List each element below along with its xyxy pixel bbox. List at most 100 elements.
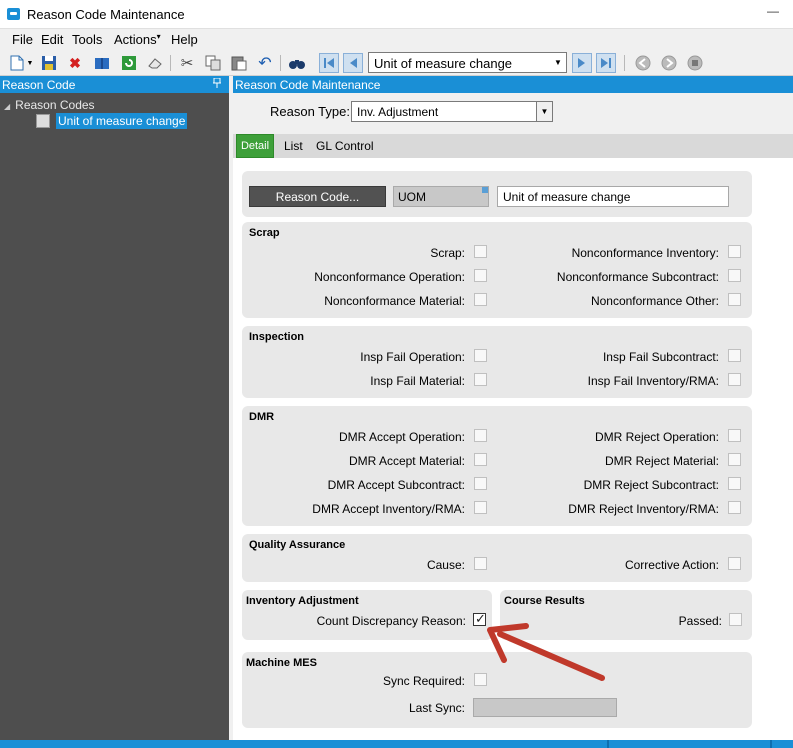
last-sync-label: Last Sync: xyxy=(408,701,465,715)
nc-operation-checkbox[interactable] xyxy=(474,269,487,282)
pin-icon[interactable] xyxy=(213,77,221,91)
cause-checkbox[interactable] xyxy=(474,557,487,570)
app-icon xyxy=(7,8,20,20)
menu-tools[interactable]: Tools xyxy=(72,32,102,47)
insp-fail-inventory-label: Insp Fail Inventory/RMA: xyxy=(587,374,719,388)
last-record-icon[interactable] xyxy=(596,53,616,73)
dmr-group-title: DMR xyxy=(249,411,275,423)
status-bar xyxy=(0,740,793,748)
reason-code-description-field[interactable]: Unit of measure change xyxy=(497,186,729,207)
insp-fail-material-checkbox[interactable] xyxy=(474,373,487,386)
dmr-reject-material-checkbox[interactable] xyxy=(728,453,741,466)
quality-assurance-group-title: Quality Assurance xyxy=(249,539,346,551)
menu-actions-label: Actions xyxy=(114,32,157,47)
title-bar: Reason Code Maintenance — xyxy=(0,0,793,29)
tab-list[interactable]: List xyxy=(284,139,303,153)
corrective-action-checkbox[interactable] xyxy=(728,557,741,570)
insp-fail-inventory-checkbox[interactable] xyxy=(728,373,741,386)
dmr-accept-inventory-checkbox[interactable] xyxy=(474,501,487,514)
scrap-checkbox[interactable] xyxy=(474,245,487,258)
inventory-adjustment-group: Inventory Adjustment Count Discrepancy R… xyxy=(242,590,492,640)
menu-bar: File Edit Tools Actions▾ Help xyxy=(0,30,793,50)
nc-inventory-checkbox[interactable] xyxy=(728,245,741,258)
dmr-reject-inventory-checkbox[interactable] xyxy=(728,501,741,514)
dmr-accept-material-checkbox[interactable] xyxy=(474,453,487,466)
nc-operation-label: Nonconformance Operation: xyxy=(314,270,465,284)
eraser-icon[interactable] xyxy=(146,54,164,72)
insp-fail-material-label: Insp Fail Material: xyxy=(370,374,465,388)
tree-node-reason-codes[interactable]: ◢ Reason Codes xyxy=(4,98,95,112)
chevron-down-icon[interactable]: ▼ xyxy=(536,102,552,121)
scrap-group-title: Scrap xyxy=(249,227,280,239)
new-icon[interactable] xyxy=(8,54,26,72)
scrap-group: Scrap Scrap: Nonconformance Inventory: N… xyxy=(242,222,752,318)
cause-label: Cause: xyxy=(426,558,465,572)
tab-detail[interactable]: Detail xyxy=(236,134,274,158)
inspection-group-title: Inspection xyxy=(249,331,305,343)
back-icon[interactable] xyxy=(634,54,652,72)
record-nav-combo[interactable]: Unit of measure change ▼ xyxy=(368,52,567,73)
nc-material-checkbox[interactable] xyxy=(474,293,487,306)
insp-fail-operation-label: Insp Fail Operation: xyxy=(360,350,465,364)
tree-node-label: Reason Codes xyxy=(15,98,95,112)
tree-node-selected[interactable]: Unit of measure change xyxy=(36,113,188,129)
sync-required-label: Sync Required: xyxy=(382,674,465,688)
nc-subcontract-label: Nonconformance Subcontract: xyxy=(556,270,719,284)
dmr-reject-subcontract-checkbox[interactable] xyxy=(728,477,741,490)
quality-assurance-group: Quality Assurance Cause: Corrective Acti… xyxy=(242,534,752,582)
first-record-icon[interactable] xyxy=(319,53,339,73)
field-indicator-icon xyxy=(482,187,488,193)
nc-inventory-label: Nonconformance Inventory: xyxy=(571,246,719,260)
refresh-icon[interactable] xyxy=(120,54,138,72)
forward-icon[interactable] xyxy=(660,54,678,72)
minimize-button[interactable]: — xyxy=(767,4,779,18)
prev-record-icon[interactable] xyxy=(343,53,363,73)
nc-material-label: Nonconformance Material: xyxy=(324,294,465,308)
reason-type-select[interactable]: Inv. Adjustment ▼ xyxy=(351,101,553,122)
inspection-group: Inspection Insp Fail Operation: Insp Fai… xyxy=(242,326,752,398)
copy-icon[interactable] xyxy=(204,54,222,72)
menu-help[interactable]: Help xyxy=(171,32,198,47)
insp-fail-operation-checkbox[interactable] xyxy=(474,349,487,362)
undo-icon[interactable]: ↶ xyxy=(256,54,274,72)
dmr-reject-material-label: DMR Reject Material: xyxy=(604,454,719,468)
dmr-reject-operation-label: DMR Reject Operation: xyxy=(594,430,719,444)
new-dropdown-icon[interactable]: ▼ xyxy=(26,54,34,72)
menu-edit[interactable]: Edit xyxy=(41,32,63,47)
inventory-adjustment-group-title: Inventory Adjustment xyxy=(246,595,359,607)
save-icon[interactable] xyxy=(40,54,58,72)
dmr-accept-material-label: DMR Accept Material: xyxy=(348,454,465,468)
passed-checkbox[interactable] xyxy=(729,613,742,626)
menu-actions[interactable]: Actions▾ xyxy=(114,32,161,47)
insp-fail-subcontract-checkbox[interactable] xyxy=(728,349,741,362)
last-sync-field[interactable] xyxy=(473,698,617,717)
toolbar-separator xyxy=(624,55,625,71)
window-title: Reason Code Maintenance xyxy=(27,7,185,22)
reason-type-value: Inv. Adjustment xyxy=(357,105,439,119)
nc-subcontract-checkbox[interactable] xyxy=(728,269,741,282)
toolbar: ▼ ✖ ✂ ↶ Unit of measure change ▼ xyxy=(0,50,793,76)
dmr-accept-operation-checkbox[interactable] xyxy=(474,429,487,442)
menu-file[interactable]: File xyxy=(12,32,33,47)
binoculars-icon[interactable] xyxy=(288,54,306,72)
dmr-reject-operation-checkbox[interactable] xyxy=(728,429,741,442)
stop-icon[interactable] xyxy=(686,54,704,72)
dmr-reject-inventory-label: DMR Reject Inventory/RMA: xyxy=(568,502,719,516)
dmr-accept-subcontract-checkbox[interactable] xyxy=(474,477,487,490)
reason-code-id-field[interactable]: UOM xyxy=(393,186,489,207)
chevron-down-icon[interactable]: ▼ xyxy=(550,53,566,72)
tree-panel: Reason Code ◢ Reason Codes Unit of measur… xyxy=(0,76,229,740)
toolbar-separator xyxy=(280,55,281,71)
cut-icon[interactable]: ✂ xyxy=(178,54,196,72)
dmr-accept-inventory-label: DMR Accept Inventory/RMA: xyxy=(312,502,465,516)
next-record-icon[interactable] xyxy=(572,53,592,73)
machine-mes-group-title: Machine MES xyxy=(246,657,317,669)
dmr-group: DMR DMR Accept Operation: DMR Reject Ope… xyxy=(242,406,752,526)
open-book-icon[interactable] xyxy=(93,54,111,72)
nc-other-checkbox[interactable] xyxy=(728,293,741,306)
expand-icon[interactable]: ◢ xyxy=(4,102,10,111)
paste-icon[interactable] xyxy=(230,54,248,72)
delete-icon[interactable]: ✖ xyxy=(66,54,84,72)
tab-gl-control[interactable]: GL Control xyxy=(316,139,374,153)
reason-code-button[interactable]: Reason Code... xyxy=(249,186,386,207)
